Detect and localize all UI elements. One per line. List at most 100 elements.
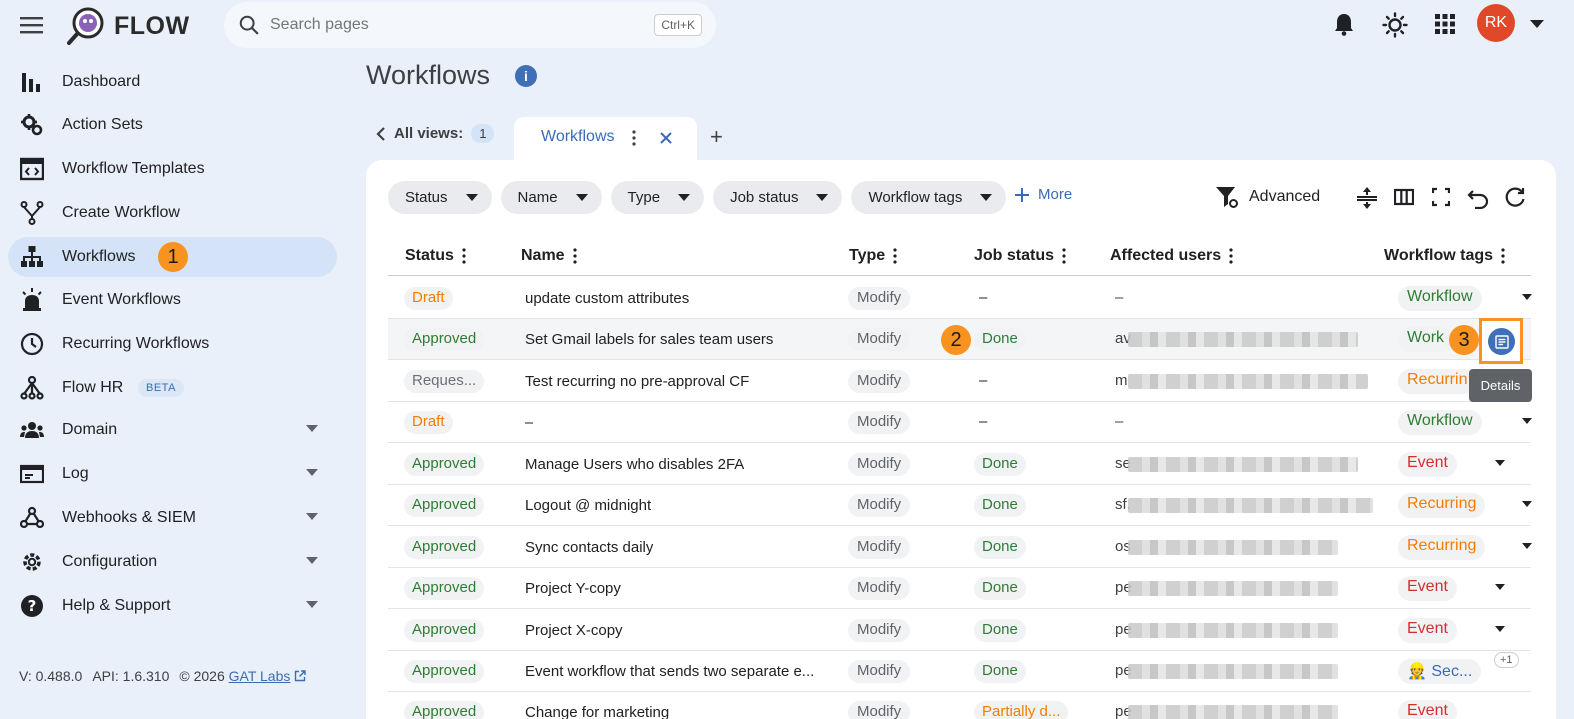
sidebar-item-log[interactable]: Log	[8, 454, 337, 494]
table-row[interactable]: Approved Event workflow that sends two s…	[388, 651, 1531, 692]
search-shortcut: Ctrl+K	[654, 14, 702, 36]
filter-job-status[interactable]: Job status	[713, 181, 843, 214]
type-badge: Modify	[848, 411, 911, 434]
table-row[interactable]: Approved Sync contacts daily Modify Done…	[388, 527, 1532, 568]
workflow-name[interactable]: Event workflow that sends two separate e…	[525, 663, 825, 680]
details-button[interactable]	[1479, 318, 1523, 364]
sidebar-item-label: Help & Support	[62, 597, 171, 614]
search-input[interactable]	[270, 16, 620, 34]
row-expand-caret-icon[interactable]	[1522, 543, 1532, 549]
table-row[interactable]: Reques... Test recurring no pre-approval…	[388, 361, 1531, 402]
sidebar-item-workflow-templates[interactable]: Workflow Templates	[8, 149, 337, 189]
redacted-users	[1128, 374, 1368, 389]
filter-workflow-tags[interactable]: Workflow tags	[851, 181, 1007, 214]
theme-toggle-sun-icon[interactable]	[1382, 12, 1408, 38]
apps-grid-icon[interactable]	[1435, 14, 1455, 34]
column-status[interactable]: Status	[405, 247, 466, 265]
workflow-name[interactable]: –	[525, 414, 533, 431]
details-icon	[1488, 328, 1515, 355]
expand-caret-icon[interactable]	[306, 601, 318, 608]
workflow-name[interactable]: Change for marketing	[525, 704, 669, 719]
row-expand-caret-icon[interactable]	[1522, 294, 1532, 300]
row-expand-caret-icon[interactable]	[1522, 418, 1532, 424]
density-icon[interactable]	[1357, 187, 1377, 209]
row-expand-caret-icon[interactable]	[1522, 501, 1532, 507]
api-version: API: 1.6.310	[92, 668, 170, 684]
table-row[interactable]: Approved Logout @ midnight Modify Done s…	[388, 485, 1532, 526]
column-job-status[interactable]: Job status	[974, 247, 1066, 265]
sidebar-item-recurring-workflows[interactable]: Recurring Workflows	[8, 324, 337, 364]
workflow-name[interactable]: Manage Users who disables 2FA	[525, 456, 744, 473]
expand-caret-icon[interactable]	[306, 425, 318, 432]
menu-icon[interactable]	[20, 14, 44, 36]
table-row[interactable]: Approved Change for marketing Modify Par…	[388, 692, 1531, 719]
column-workflow-tags[interactable]: Workflow tags	[1384, 247, 1505, 265]
advanced-filter-button[interactable]: Advanced	[1215, 185, 1320, 209]
sidebar-item-flow-hr[interactable]: Flow HR BETA	[8, 368, 337, 408]
workflow-name[interactable]: Set Gmail labels for sales team users	[525, 331, 773, 348]
table-row[interactable]: Approved Project X-copy Modify Done pe E…	[388, 610, 1531, 651]
table-row[interactable]: Approved Manage Users who disables 2FA M…	[388, 444, 1531, 485]
workflow-name[interactable]: Logout @ midnight	[525, 497, 651, 514]
expand-caret-icon[interactable]	[306, 469, 318, 476]
sidebar-item-label: Workflows	[62, 248, 136, 265]
sidebar-item-label: Flow HR	[62, 379, 124, 396]
tab-workflows[interactable]: Workflows	[514, 117, 697, 161]
sidebar-item-configuration[interactable]: Configuration	[8, 542, 337, 582]
undo-icon[interactable]	[1467, 187, 1489, 209]
sidebar-item-workflows[interactable]: Workflows 1	[8, 237, 337, 277]
sidebar-item-create-workflow[interactable]: Create Workflow	[8, 193, 337, 233]
user-avatar[interactable]: RK	[1477, 4, 1515, 42]
table-row[interactable]: Approved Project Y-copy Modify Done pe E…	[388, 568, 1531, 609]
more-tags-badge[interactable]: +1	[1494, 652, 1519, 668]
tab-close-icon[interactable]	[659, 131, 673, 145]
table-row[interactable]: Approved Set Gmail labels for sales team…	[388, 319, 1531, 360]
more-filters-button[interactable]: More	[1014, 186, 1072, 203]
refresh-icon[interactable]	[1504, 187, 1526, 209]
filter-name[interactable]: Name	[500, 181, 602, 214]
row-expand-caret-icon[interactable]	[1495, 460, 1505, 466]
sidebar-item-dashboard[interactable]: Dashboard	[8, 62, 337, 102]
column-menu-kebab-icon	[1501, 248, 1505, 264]
sidebar-item-webhooks-siem[interactable]: Webhooks & SIEM	[8, 498, 337, 538]
expand-caret-icon[interactable]	[306, 513, 318, 520]
sidebar-item-event-workflows[interactable]: Event Workflows	[8, 280, 337, 320]
notifications-bell-icon[interactable]	[1333, 12, 1355, 36]
chevron-down-icon	[980, 194, 993, 201]
search-bar[interactable]: Ctrl+K	[224, 2, 716, 48]
workflow-name[interactable]: Project Y-copy	[525, 580, 621, 597]
filter-status[interactable]: Status	[388, 181, 492, 214]
column-affected-users[interactable]: Affected users	[1110, 247, 1233, 265]
row-expand-caret-icon[interactable]	[1495, 584, 1505, 590]
type-badge: Modify	[848, 701, 911, 719]
gat-labs-link[interactable]: GAT Labs	[229, 668, 291, 684]
workflow-name[interactable]: Project X-copy	[525, 622, 623, 639]
all-views-toggle[interactable]: All views: 1	[376, 124, 495, 143]
filter-type[interactable]: Type	[610, 181, 705, 214]
columns-icon[interactable]	[1394, 187, 1414, 207]
fullscreen-icon[interactable]	[1432, 187, 1450, 207]
row-expand-caret-icon[interactable]	[1495, 626, 1505, 632]
flow-logo-icon	[67, 7, 104, 45]
app-logo[interactable]: FLOW	[66, 6, 190, 46]
sidebar-item-domain[interactable]: Domain	[8, 410, 337, 450]
expand-caret-icon[interactable]	[306, 557, 318, 564]
workflow-name[interactable]: update custom attributes	[525, 290, 689, 307]
fork-icon	[20, 201, 44, 225]
add-tab-icon[interactable]: +	[710, 124, 723, 150]
table-row[interactable]: Draft – Modify – – Workflow	[388, 402, 1532, 443]
workflow-name[interactable]: Test recurring no pre-approval CF	[525, 373, 749, 390]
column-name[interactable]: Name	[521, 247, 577, 265]
column-type[interactable]: Type	[849, 247, 897, 265]
tab-options-kebab-icon[interactable]	[632, 130, 636, 146]
sidebar-item-action-sets[interactable]: Action Sets	[8, 105, 337, 145]
table-row[interactable]: Draft update custom attributes Modify – …	[388, 278, 1532, 319]
sidebar-item-help-support[interactable]: ? Help & Support	[8, 586, 337, 626]
workflow-name[interactable]: Sync contacts daily	[525, 539, 653, 556]
info-icon[interactable]: i	[515, 65, 537, 87]
type-badge: Modify	[848, 619, 911, 642]
filter-label: Name	[517, 189, 558, 206]
external-link-icon[interactable]	[294, 670, 307, 682]
chevron-left-icon[interactable]	[376, 126, 386, 141]
account-menu-caret-icon[interactable]	[1530, 20, 1544, 28]
